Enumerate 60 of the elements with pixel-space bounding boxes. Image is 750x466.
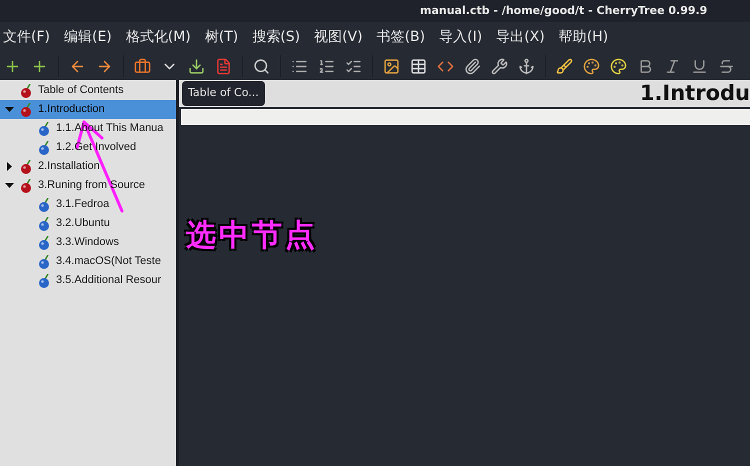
blueberry-icon xyxy=(38,140,51,154)
menu-item[interactable]: 帮助(H) xyxy=(558,26,608,48)
window-title: manual.ctb - /home/good/t - CherryTree 0.99.9 xyxy=(420,2,708,19)
node-label: 3.2.Ubuntu xyxy=(56,216,110,232)
menu-item[interactable]: 搜索(S) xyxy=(252,26,300,48)
cherry-icon xyxy=(20,160,33,174)
tree-node[interactable]: 1.2.Get Involved xyxy=(0,138,176,157)
tree-node[interactable]: 3.4.macOS(Not Teste xyxy=(0,252,176,271)
tree-node[interactable]: 3.1.Fedroa xyxy=(0,195,176,214)
breadcrumb-button[interactable]: Table of Co... xyxy=(182,81,265,106)
blueberry-icon xyxy=(38,198,51,212)
menu-item[interactable]: 导出(X) xyxy=(496,26,545,48)
cherry-icon xyxy=(20,84,33,98)
briefcase-icon[interactable] xyxy=(134,58,151,74)
italic-icon[interactable] xyxy=(664,58,681,74)
node-label: 3.3.Windows xyxy=(56,235,119,250)
cherry-icon xyxy=(20,178,33,192)
blueberry-icon xyxy=(38,274,51,288)
blueberry-icon xyxy=(38,122,51,136)
blueberry-icon xyxy=(38,216,51,230)
menu-item[interactable]: 导入(I) xyxy=(439,26,482,48)
tree-node[interactable]: 2.Installation xyxy=(0,157,176,176)
node-label: 1.Introduction xyxy=(38,102,105,118)
node-label: 2.Installation xyxy=(38,159,100,174)
underline-icon[interactable] xyxy=(691,58,708,74)
node-label: 1.2.Get Involved xyxy=(56,140,136,156)
node-label: Table of Contents xyxy=(38,83,124,98)
menu-item[interactable]: 视图(V) xyxy=(314,26,363,48)
tree-node[interactable]: Table of Contents xyxy=(0,81,176,100)
cherry-icon xyxy=(20,102,33,116)
node-label: 3.5.Additional Resour xyxy=(56,273,162,288)
paperclip-icon[interactable] xyxy=(464,58,481,74)
menu-item[interactable]: 书签(B) xyxy=(376,26,426,48)
numbered-list-icon[interactable] xyxy=(318,58,335,74)
anchor-icon[interactable] xyxy=(518,58,535,74)
expanded-arrow-icon[interactable] xyxy=(4,181,14,190)
node-title: 1.Introdu xyxy=(640,80,750,107)
tree-node[interactable]: 1.Introduction xyxy=(0,100,176,119)
node-label: 3.1.Fedroa xyxy=(56,197,110,212)
palette-icon[interactable] xyxy=(583,58,600,74)
blueberry-icon xyxy=(38,254,51,268)
table-icon[interactable] xyxy=(410,58,427,74)
strikethrough-icon[interactable] xyxy=(718,58,735,74)
tree-node[interactable]: 3.5.Additional Resour xyxy=(0,271,176,290)
node-label: 3.4.macOS(Not Teste xyxy=(56,254,161,270)
tree-node[interactable]: 3.2.Ubuntu xyxy=(0,214,176,233)
menu-item[interactable]: 文件(F) xyxy=(3,26,50,48)
expanded-arrow-icon[interactable] xyxy=(4,105,14,114)
search-icon[interactable] xyxy=(253,58,270,74)
menu-item[interactable]: 格式化(M) xyxy=(126,26,191,48)
download-icon[interactable] xyxy=(188,58,205,74)
menu-item[interactable]: 编辑(E) xyxy=(64,26,112,48)
collapsed-arrow-icon[interactable] xyxy=(4,162,14,171)
image-icon[interactable] xyxy=(383,58,400,74)
tree-node[interactable]: 3.3.Windows xyxy=(0,233,176,252)
annotation-text: 选中节点 xyxy=(186,217,318,255)
wrench-icon[interactable] xyxy=(491,58,508,74)
blueberry-icon xyxy=(38,236,51,250)
brush-icon[interactable] xyxy=(556,58,573,74)
menu-item[interactable]: 树(T) xyxy=(204,26,238,48)
